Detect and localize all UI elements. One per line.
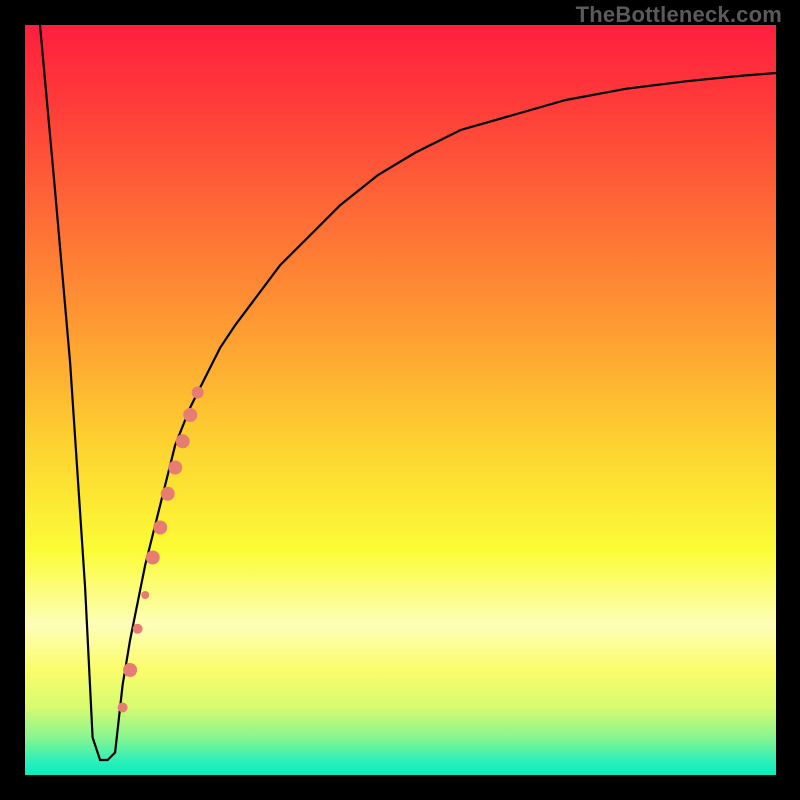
- highlight-dot: [141, 591, 149, 599]
- highlight-dot: [133, 624, 143, 634]
- highlight-dot: [123, 663, 137, 677]
- highlight-dot: [161, 487, 175, 501]
- highlight-dot: [176, 434, 190, 448]
- watermark-label: TheBottleneck.com: [576, 2, 782, 28]
- highlight-dot: [183, 408, 197, 422]
- chart-container: TheBottleneck.com: [0, 0, 800, 800]
- chart-plot-bg: [25, 25, 776, 775]
- highlight-dot: [192, 387, 204, 399]
- chart-svg: [0, 0, 800, 800]
- highlight-dot: [118, 703, 128, 713]
- highlight-dot: [153, 521, 167, 535]
- highlight-dot: [168, 461, 182, 475]
- highlight-dot: [146, 551, 160, 565]
